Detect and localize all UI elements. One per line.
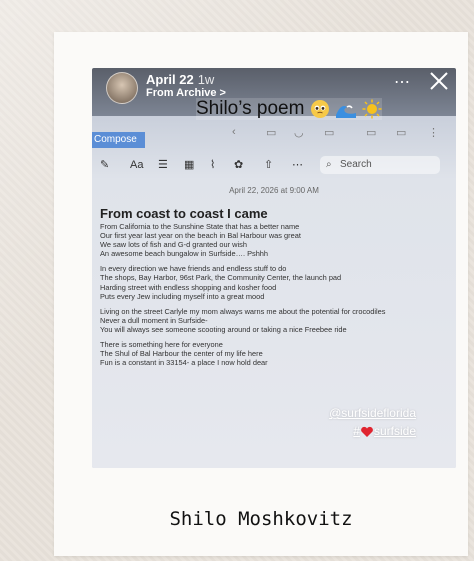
note-line: Harding street with endless shopping and…: [100, 282, 277, 292]
note-line: An awesome beach bungalow in Surfside…. …: [100, 249, 269, 259]
note-line: We saw lots of fish and G-d granted our …: [100, 240, 247, 250]
heart-icon: [361, 426, 373, 437]
story-time-ago: 1w: [197, 72, 215, 87]
compose-tab[interactable]: Compose: [92, 132, 145, 148]
hashtag-text: surfside: [373, 424, 416, 438]
pen-markup-icon[interactable]: ✿: [234, 158, 243, 172]
search-icon: ⌕: [326, 159, 332, 170]
cloud-icon[interactable]: ◡: [294, 126, 304, 139]
top-faint-toolbar: ‹ ▭ ◡ ▭ ▭ ▭ ⋮: [232, 126, 456, 142]
notes-toolbar: ✎ Aa ☰ ▦ ⌇ ✿ ⇧ ⋯ ⌕ Search: [92, 154, 456, 176]
hashtag-prefix: #: [353, 424, 360, 438]
folder-icon[interactable]: ▭: [366, 126, 376, 139]
note-line: Living on the street Carlyle my mom alwa…: [100, 306, 386, 316]
note-line: From California to the Sunshine State th…: [100, 222, 300, 231]
note-line: You will always see someone scooting aro…: [100, 324, 347, 334]
format-text-button[interactable]: Aa: [130, 158, 143, 172]
note-date: April 22, 2026 at 9:00 AM: [229, 186, 319, 195]
note-line: Fun is a constant in 33154- a place I no…: [100, 358, 268, 368]
note-line: Our first year last year on the beach in…: [100, 231, 301, 241]
story-date-label[interactable]: April 22 1w: [146, 72, 214, 87]
more-options-icon[interactable]: ⋯: [394, 72, 410, 92]
note-line: Never a dull moment in Surfside-: [100, 315, 208, 325]
avatar[interactable]: [106, 72, 138, 104]
search-placeholder: Search: [340, 159, 372, 170]
checklist-icon[interactable]: ☰: [158, 158, 168, 172]
note-line: In every direction we have friends and e…: [100, 264, 287, 274]
back-chevron-icon[interactable]: ‹: [232, 126, 236, 138]
story-caption: Shilo’s poem: [196, 98, 383, 120]
close-icon[interactable]: [428, 70, 450, 92]
paperclip-icon[interactable]: ⌇: [210, 158, 215, 172]
mention-tag[interactable]: @surfsideflorida: [329, 406, 416, 420]
note-line: Puts every Jew including myself into a g…: [100, 291, 265, 301]
more-icon[interactable]: ⋯: [292, 158, 303, 172]
hashtag[interactable]: # surfside: [353, 424, 416, 438]
search-input[interactable]: ⌕ Search: [320, 156, 440, 174]
note-body: From California to the Sunshine State th…: [100, 222, 452, 367]
wave-icon: [336, 105, 356, 118]
note-line: There is something here for everyone: [100, 340, 223, 350]
instagram-story-screenshot: ‹ ▭ ◡ ▭ ▭ ▭ ⋮ Compose ✎ Aa ☰ ▦ ⌇ ✿ ⇧ ⋯ ⌕…: [92, 68, 456, 468]
note-line: The shops, Bay Harbor, 96st Park, the Co…: [100, 273, 342, 283]
share-icon[interactable]: ⇧: [264, 158, 273, 172]
note-title: From coast to coast I came: [100, 206, 268, 221]
trash-icon[interactable]: ▭: [324, 126, 334, 139]
folder-icon[interactable]: ▭: [396, 126, 406, 139]
kebab-menu-icon[interactable]: ⋮: [428, 126, 439, 139]
pleading-face-icon: [310, 99, 329, 118]
share-icon[interactable]: ▭: [266, 126, 276, 139]
new-note-icon[interactable]: ✎: [100, 158, 109, 172]
table-icon[interactable]: ▦: [184, 158, 194, 172]
sun-icon: [362, 99, 382, 119]
note-line: The Shul of Bal Harbour the center of my…: [100, 349, 263, 359]
author-name: Shilo Moshkovitz: [169, 508, 353, 530]
